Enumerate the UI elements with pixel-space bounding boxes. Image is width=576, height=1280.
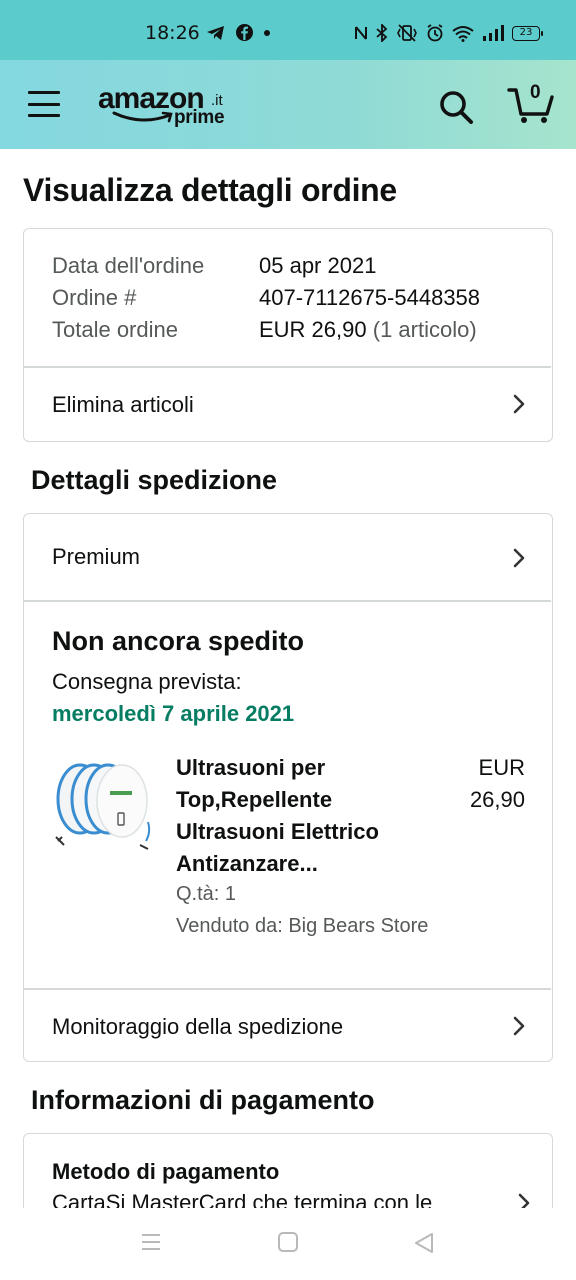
page-title: Visualizza dettagli ordine (23, 172, 397, 208)
order-date-label: Data dell'ordine (52, 253, 205, 278)
chevron-right-icon (513, 548, 525, 568)
order-total-label: Totale ordine (52, 317, 178, 342)
system-nav-bar (0, 1208, 576, 1280)
order-total-value: EUR 26,90 (1 articolo) (259, 317, 477, 343)
hamburger-menu-button[interactable] (28, 91, 60, 117)
amazon-prime-logo[interactable]: amazon .it prime (98, 82, 238, 130)
product-seller: Venduto da: Big Bears Store (176, 915, 429, 937)
cart-count: 0 (530, 82, 541, 103)
product-thumbnail (55, 763, 151, 850)
status-system-icons: 23 (354, 24, 543, 42)
logo-prime-text: prime (174, 107, 225, 128)
order-summary-card: Data dell'ordine 05 apr 2021 Ordine # 40… (23, 228, 553, 442)
delete-items-label: Elimina articoli (52, 392, 194, 417)
chevron-right-icon (513, 1016, 525, 1036)
product-image[interactable] (50, 757, 154, 857)
delivery-date: mercoledì 7 aprile 2021 (52, 701, 295, 726)
vibrate-icon (397, 24, 417, 42)
shipping-section-title: Dettagli spedizione (31, 465, 278, 495)
order-number-value: 407-7112675-5448358 (259, 285, 481, 310)
telegram-icon (207, 25, 224, 40)
shipment-status: Non ancora spedito (52, 626, 305, 656)
status-bar: 18:26 23 (0, 0, 576, 60)
bluetooth-icon (376, 24, 388, 42)
dot-icon (264, 29, 270, 36)
product-price-currency: EUR (478, 755, 525, 780)
shipping-method-label: Premium (52, 544, 141, 569)
product-title-line: Antizanzare... (176, 851, 318, 876)
facebook-icon (236, 24, 253, 41)
product-title-line: Top,Repellente (176, 787, 333, 812)
status-notification-icons (206, 24, 271, 41)
track-shipment-label: Monitoraggio della spedizione (52, 1014, 344, 1039)
product-title-line: Ultrasuoni per (176, 755, 326, 780)
hamburger-icon-bar (28, 114, 60, 117)
status-time: 18:26 (145, 22, 200, 44)
order-date-value: 05 apr 2021 (259, 253, 377, 278)
battery-icon: 23 (512, 25, 543, 41)
amazon-smile-icon (112, 111, 173, 123)
wifi-icon (452, 25, 474, 42)
delivery-label: Consegna prevista: (52, 669, 242, 694)
order-total-amount: EUR 26,90 (259, 317, 367, 342)
delete-items-link[interactable]: Elimina articoli (24, 368, 551, 441)
shipping-method-link[interactable]: Premium (24, 514, 551, 600)
signal-icon (483, 25, 504, 41)
home-icon[interactable] (277, 1232, 299, 1252)
payment-method-title: Metodo di pagamento (52, 1159, 280, 1184)
back-icon[interactable] (413, 1232, 435, 1254)
product-price: EUR 26,90 (470, 752, 525, 816)
order-item-count: (1 articolo) (372, 317, 477, 342)
battery-level: 23 (519, 26, 533, 38)
cart-button[interactable]: 0 (507, 82, 555, 124)
hamburger-icon (28, 91, 60, 94)
search-icon (440, 91, 473, 124)
app-header: amazon .it prime 0 (0, 60, 576, 149)
track-shipment-link[interactable]: Monitoraggio della spedizione (24, 990, 551, 1062)
divider (24, 600, 551, 602)
payment-section-title: Informazioni di pagamento (31, 1085, 375, 1115)
shipment-card: Premium Non ancora spedito Consegna prev… (23, 513, 553, 1062)
product-price-amount: 26,90 (469, 787, 525, 812)
search-button[interactable] (437, 88, 475, 126)
nfc-icon (355, 26, 367, 40)
product-title-line: Ultrasuoni Elettrico (176, 819, 379, 844)
alarm-icon (427, 24, 443, 42)
product-quantity: Q.tà: 1 (176, 883, 237, 905)
order-number-label: Ordine # (52, 285, 137, 310)
recent-apps-icon[interactable] (140, 1232, 162, 1252)
chevron-right-icon (513, 394, 525, 414)
product-title[interactable]: Ultrasuoni per Top,Repellente Ultrasuoni… (176, 752, 426, 880)
hamburger-icon-bar (28, 102, 60, 106)
